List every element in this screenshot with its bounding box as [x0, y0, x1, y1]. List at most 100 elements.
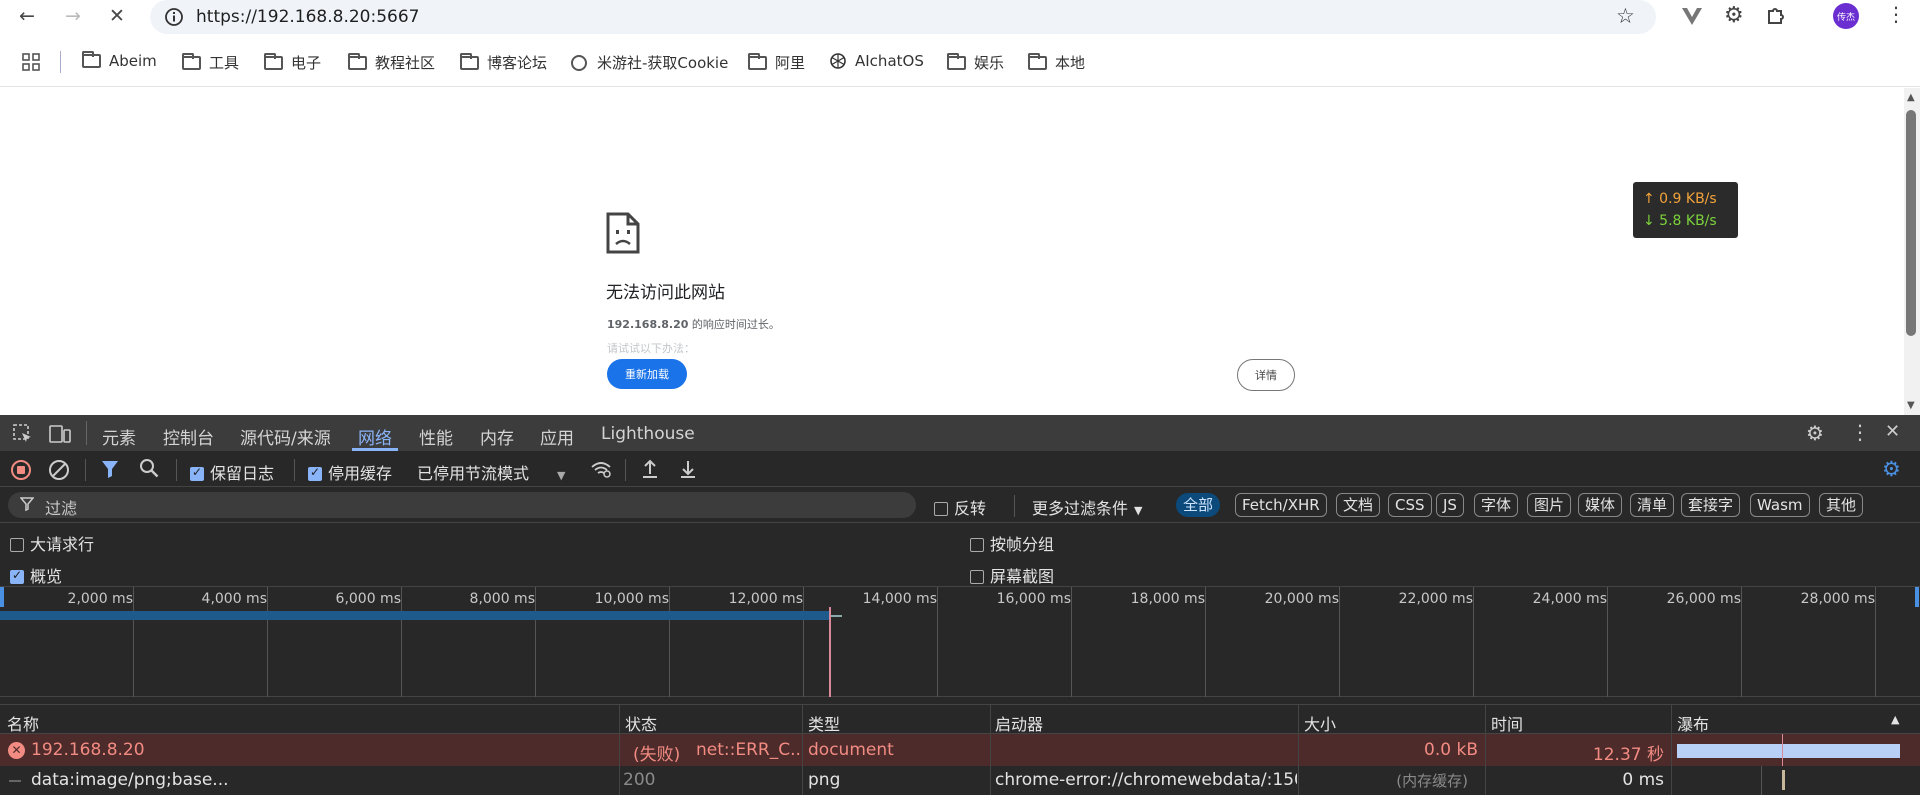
filter-type-wasm[interactable]: Wasm [1750, 493, 1810, 517]
bookmark-ali[interactable]: 阿里 [748, 52, 805, 73]
timeline-left-handle[interactable] [0, 587, 4, 607]
filter-type-js[interactable]: JS [1436, 493, 1464, 517]
site-info-icon[interactable] [164, 7, 184, 27]
error-hint: 请试试以下办法： [607, 342, 695, 355]
filter-type-socket[interactable]: 套接字 [1681, 493, 1741, 517]
device-toolbar-icon[interactable] [48, 423, 72, 445]
tab-lighthouse[interactable]: Lighthouse [601, 424, 695, 444]
tab-application[interactable]: 应用 [540, 424, 574, 449]
network-options: 大请求行 概览 按帧分组 屏幕截图 [0, 523, 1920, 587]
column-time[interactable]: 时间 [1491, 711, 1523, 735]
network-conditions-icon[interactable] [590, 459, 612, 479]
screenshots-checkbox[interactable]: 屏幕截图 [970, 563, 1054, 587]
column-size[interactable]: 大小 [1304, 711, 1336, 735]
checkbox-checked[interactable] [308, 465, 322, 481]
timeline-tick: 18,000 ms [1130, 591, 1205, 607]
search-icon[interactable] [139, 458, 159, 478]
column-initiator[interactable]: 启动器 [995, 711, 1043, 735]
bookmark-aichatos[interactable]: AIchatOS [829, 52, 924, 70]
toolbar-divider [176, 459, 177, 481]
large-rows-checkbox[interactable]: 大请求行 [10, 531, 94, 555]
tab-network[interactable]: 网络 [358, 424, 392, 449]
table-row[interactable]: ✕ 192.168.8.20 (失败) net::ERR_C... docume… [0, 734, 1920, 766]
preserve-log-checkbox[interactable]: 保留日志 [190, 460, 274, 484]
filter-type-css[interactable]: CSS [1388, 493, 1432, 517]
more-vert-icon[interactable]: ⋮ [1850, 420, 1870, 444]
overview-checkbox[interactable]: 概览 [10, 563, 62, 587]
settings-gear-icon[interactable]: ⚙ [1806, 421, 1824, 445]
throttle-select[interactable]: 已停用节流模式 ▼ [417, 460, 565, 484]
filter-type-font[interactable]: 字体 [1474, 493, 1519, 517]
checkbox-unchecked[interactable] [10, 538, 24, 552]
filter-type-fetch-xhr[interactable]: Fetch/XHR [1235, 493, 1327, 517]
address-bar[interactable]: https://192.168.8.20:5667 ☆ [150, 0, 1656, 34]
extensions-icon[interactable] [1765, 5, 1787, 27]
column-separator [619, 734, 620, 766]
scroll-down-icon[interactable]: ▼ [1907, 400, 1915, 411]
bookmark-tutorial[interactable]: 教程社区 [348, 52, 435, 73]
stop-button[interactable]: ✕ [102, 3, 132, 29]
filter-type-all[interactable]: 全部 [1176, 493, 1221, 517]
tab-console[interactable]: 控制台 [163, 424, 214, 449]
close-devtools-icon[interactable]: ✕ [1885, 421, 1900, 442]
bookmark-entertainment[interactable]: 娱乐 [947, 52, 1004, 73]
clear-icon[interactable] [49, 460, 69, 480]
request-initiator-link[interactable]: chrome-error://chromewebdata/:1505 [995, 770, 1297, 790]
checkbox-unchecked[interactable] [970, 538, 984, 552]
bookmark-electronics[interactable]: 电子 [264, 52, 321, 73]
url-text: https://192.168.8.20:5667 [196, 7, 420, 27]
group-by-frame-checkbox[interactable]: 按帧分组 [970, 531, 1054, 555]
bookmark-star-icon[interactable]: ☆ [1616, 4, 1635, 28]
filter-type-media[interactable]: 媒体 [1578, 493, 1623, 517]
apps-grid-icon[interactable] [22, 53, 40, 71]
network-settings-gear-icon[interactable]: ⚙ [1882, 457, 1901, 481]
tab-memory[interactable]: 内存 [480, 424, 514, 449]
column-type[interactable]: 类型 [808, 711, 840, 735]
back-button[interactable]: ← [12, 3, 42, 29]
bookmark-tools[interactable]: 工具 [182, 52, 239, 73]
more-filters-dropdown[interactable]: 更多过滤条件 ▼ [1032, 495, 1142, 519]
checkbox-unchecked[interactable] [934, 502, 948, 516]
table-row[interactable]: data:image/png;base... 200 png chrome-er… [0, 766, 1920, 795]
bookmark-local[interactable]: 本地 [1028, 52, 1085, 73]
bookmark-blog[interactable]: 博客论坛 [460, 52, 547, 73]
avatar[interactable]: 传杰 [1833, 3, 1859, 29]
more-vert-icon[interactable]: ⋮ [1886, 2, 1906, 26]
filter-type-other[interactable]: 其他 [1819, 493, 1864, 517]
gear-icon[interactable]: ⚙ [1724, 3, 1744, 28]
column-status[interactable]: 状态 [625, 711, 657, 735]
export-har-icon[interactable] [678, 458, 698, 480]
invert-checkbox[interactable]: 反转 [934, 495, 986, 519]
request-time: 12.37 秒 [1592, 745, 1664, 765]
sort-ascending-icon[interactable]: ▲ [1891, 713, 1899, 726]
forward-button[interactable]: → [58, 3, 88, 29]
inspect-element-icon[interactable] [12, 423, 34, 445]
column-separator [1298, 734, 1299, 766]
record-stop-icon[interactable] [11, 460, 31, 480]
checkbox-checked[interactable] [10, 568, 24, 584]
devtools-tabbar: 元素 控制台 源代码/来源 网络 性能 内存 应用 Lighthouse ⚙ ⋮… [0, 415, 1920, 451]
filter-type-img[interactable]: 图片 [1527, 493, 1572, 517]
scroll-up-icon[interactable]: ▲ [1907, 92, 1915, 103]
filter-type-doc[interactable]: 文档 [1336, 493, 1381, 517]
column-waterfall[interactable]: 瀑布 [1677, 711, 1709, 735]
checkbox-unchecked[interactable] [970, 570, 984, 584]
checkbox-checked[interactable] [190, 465, 204, 481]
filter-type-manifest[interactable]: 清单 [1630, 493, 1675, 517]
vue-devtools-icon[interactable] [1680, 4, 1704, 28]
reload-button[interactable]: 重新加载 [607, 359, 687, 389]
timeline-right-handle[interactable] [1915, 587, 1919, 607]
details-button[interactable]: 详情 [1237, 359, 1295, 391]
disable-cache-checkbox[interactable]: 停用缓存 [308, 460, 392, 484]
column-name[interactable]: 名称 [7, 711, 39, 735]
bookmark-abeim[interactable]: Abeim [82, 51, 157, 70]
bookmark-miyoushe[interactable]: 米游社-获取Cookie [571, 52, 728, 73]
filter-funnel-icon[interactable] [101, 459, 119, 479]
filter-input[interactable]: 过滤 [8, 492, 916, 518]
tab-elements[interactable]: 元素 [102, 424, 136, 449]
timeline-overview[interactable]: 2,000 ms 4,000 ms 6,000 ms 8,000 ms 10,0… [0, 587, 1920, 697]
import-har-icon[interactable] [640, 458, 660, 480]
scrollbar-thumb[interactable] [1906, 110, 1916, 336]
tab-performance[interactable]: 性能 [419, 424, 453, 449]
tab-sources[interactable]: 源代码/来源 [240, 424, 331, 449]
